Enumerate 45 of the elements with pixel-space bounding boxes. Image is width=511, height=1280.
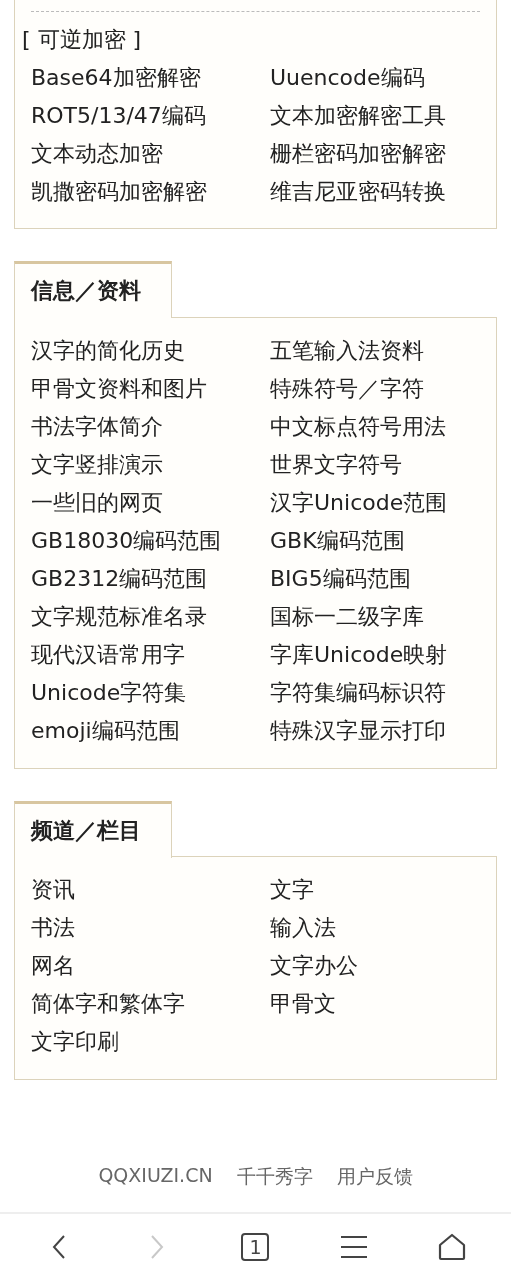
tool-link[interactable]: 栅栏密码加密解密: [270, 135, 480, 173]
link[interactable]: 汉字Unicode范围: [270, 483, 480, 522]
link[interactable]: 世界文字符号: [270, 445, 480, 484]
link[interactable]: 资讯: [31, 871, 270, 909]
footer-link[interactable]: QQXIUZI.CN: [98, 1164, 213, 1190]
link[interactable]: 文字印刷: [31, 1023, 270, 1061]
link[interactable]: 书法字体简介: [31, 407, 270, 446]
tool-link[interactable]: 文本加密解密工具: [270, 97, 480, 135]
link[interactable]: BIG5编码范围: [270, 559, 480, 598]
footer-link[interactable]: 用户反馈: [336, 1164, 413, 1190]
link[interactable]: 中文标点符号用法: [270, 407, 480, 446]
footer-link[interactable]: 千千秀字: [236, 1164, 313, 1190]
link[interactable]: 甲骨文资料和图片: [31, 369, 270, 408]
tool-link[interactable]: Base64加密解密: [31, 59, 270, 97]
link[interactable]: 简体字和繁体字: [31, 985, 270, 1023]
link[interactable]: 网名: [31, 947, 270, 985]
tool-link[interactable]: 文本动态加密: [31, 135, 270, 173]
link[interactable]: 输入法: [270, 909, 480, 947]
link[interactable]: 书法: [31, 909, 270, 947]
link[interactable]: GB2312编码范围: [31, 559, 270, 598]
tool-link[interactable]: 凯撒密码加密解密: [31, 173, 270, 211]
tool-link[interactable]: ROT5/13/47编码: [31, 97, 270, 135]
link[interactable]: 文字办公: [270, 947, 480, 985]
link[interactable]: 文字: [270, 871, 480, 909]
link[interactable]: 字符集编码标识符: [270, 673, 480, 712]
link[interactable]: 国标一二级字库: [270, 597, 480, 636]
link[interactable]: 现代汉语常用字: [31, 635, 270, 674]
link[interactable]: 文字规范标准名录: [31, 597, 270, 636]
link[interactable]: GB18030编码范围: [31, 521, 270, 560]
link[interactable]: 五笔输入法资料: [270, 331, 480, 370]
link[interactable]: 一些旧的网页: [31, 483, 270, 522]
link[interactable]: 汉字的简化历史: [31, 331, 270, 370]
link[interactable]: 特殊符号／字符: [270, 369, 480, 408]
tabs-button[interactable]: 1: [220, 1222, 291, 1272]
link[interactable]: 甲骨文: [270, 985, 480, 1023]
link[interactable]: emoji编码范围: [31, 711, 270, 750]
category-heading: [ 可逆加密 ]: [22, 26, 143, 54]
tab-count: 1: [241, 1233, 270, 1261]
link[interactable]: 特殊汉字显示打印: [270, 711, 480, 750]
link[interactable]: Unicode字符集: [31, 673, 270, 712]
link[interactable]: 字库Unicode映射: [270, 635, 480, 674]
link[interactable]: 文字竖排演示: [31, 445, 270, 484]
tool-link[interactable]: 维吉尼亚密码转换: [270, 173, 480, 211]
link[interactable]: GBK编码范围: [270, 521, 480, 560]
tool-link[interactable]: Uuencode编码: [270, 59, 480, 97]
